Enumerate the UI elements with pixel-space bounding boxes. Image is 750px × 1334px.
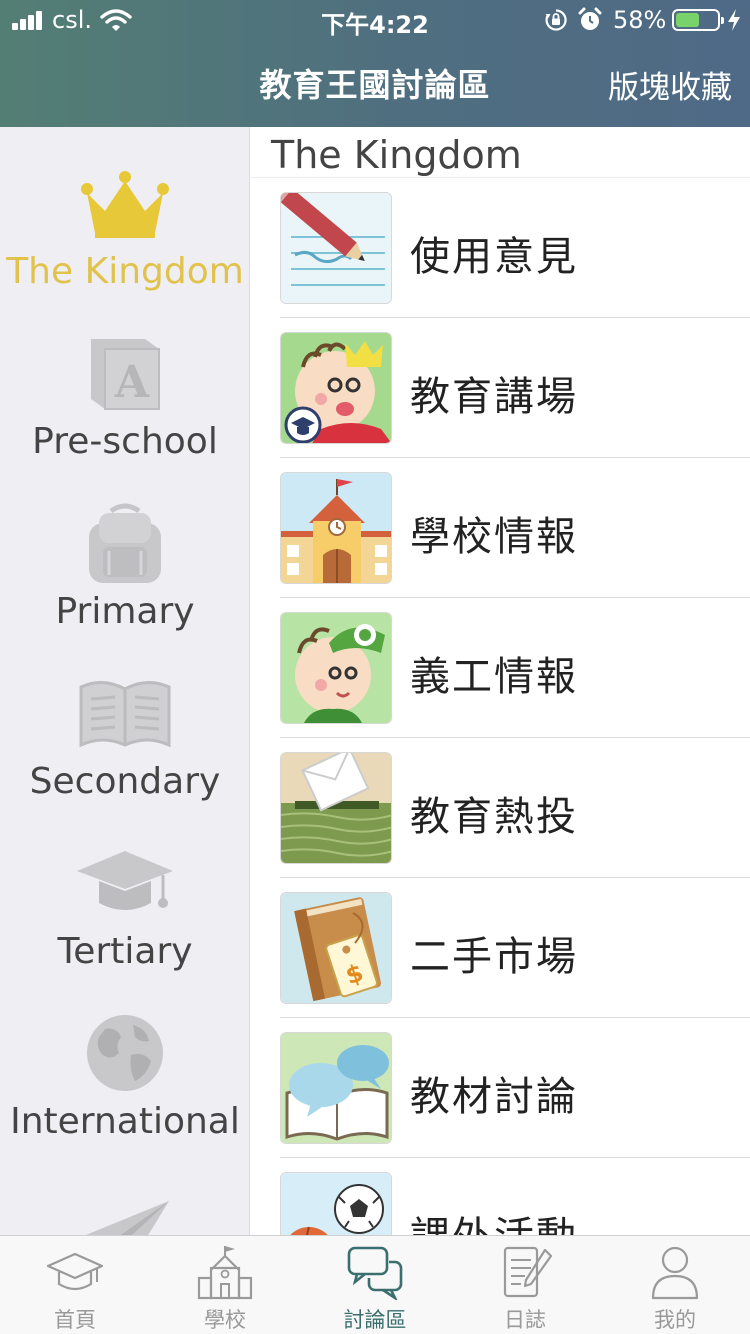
sports-balls-thumb xyxy=(280,1172,392,1235)
sidebar-item-secondary[interactable]: Secondary xyxy=(0,637,249,807)
backpack-icon xyxy=(89,503,161,583)
book-price-tag-thumb: $ xyxy=(280,892,392,1004)
school-building-thumb xyxy=(280,472,392,584)
forum-item-teaching-materials[interactable]: 教材討論 xyxy=(280,1018,750,1158)
category-sidebar: The Kingdom A Pre-school Primary Seconda… xyxy=(0,127,250,1235)
open-book-icon xyxy=(79,681,171,748)
tab-forum[interactable]: 討論區 xyxy=(300,1236,450,1334)
battery-icon xyxy=(672,9,724,31)
status-bar: csl. 下午4:22 58% xyxy=(0,0,750,40)
tab-label: 討論區 xyxy=(343,1308,407,1332)
sidebar-item-label: Primary xyxy=(55,591,195,632)
sidebar-item-international[interactable]: International xyxy=(0,977,249,1147)
charging-icon xyxy=(728,9,740,31)
forum-item-label: 課外活動 xyxy=(410,1204,578,1235)
alarm-icon xyxy=(578,7,602,30)
forum-list-panel: The Kingdom 使用意見 教育講場 學校情報 義工情報 教育熱投 $ 二… xyxy=(251,127,750,1235)
volunteer-kid-thumb xyxy=(280,612,392,724)
sidebar-item-tertiary[interactable]: Tertiary xyxy=(0,807,249,977)
favorite-boards-button[interactable]: 版塊收藏 xyxy=(608,62,732,107)
tab-label: 首頁 xyxy=(54,1308,96,1332)
tab-school[interactable]: 學校 xyxy=(150,1236,300,1334)
bottom-tab-bar: 首頁 學校 討論區 日誌 我的 xyxy=(0,1235,750,1334)
forum-item-label: 教材討論 xyxy=(410,1074,578,1120)
chat-bubbles-icon xyxy=(347,1246,403,1300)
forum-item-label: 義工情報 xyxy=(410,654,578,700)
tab-label: 我的 xyxy=(654,1308,696,1332)
sidebar-item-label: The Kingdom xyxy=(6,251,244,292)
forum-item-label: 使用意見 xyxy=(410,234,578,280)
book-speech-bubble-thumb xyxy=(280,1032,392,1144)
sidebar-item-primary[interactable]: Primary xyxy=(0,467,249,637)
sidebar-item-label: Tertiary xyxy=(57,931,193,972)
sidebar-item-pre-school[interactable]: A Pre-school xyxy=(0,297,249,467)
tab-home[interactable]: 首頁 xyxy=(0,1236,150,1334)
forum-item-volunteer-info[interactable]: 義工情報 xyxy=(280,598,750,738)
alphabet-block-icon: A xyxy=(91,339,160,410)
forum-item-label: 教育講場 xyxy=(410,374,578,420)
notepad-pencil-icon xyxy=(503,1246,553,1298)
forum-item-label: 教育熱投 xyxy=(410,794,578,840)
sidebar-item-label: Pre-school xyxy=(32,421,218,462)
app-header: csl. 下午4:22 58% 教育王國討論區 版塊收藏 xyxy=(0,0,750,127)
graduation-cap-icon xyxy=(46,1252,104,1291)
tab-label: 日誌 xyxy=(504,1308,546,1332)
user-icon xyxy=(651,1246,699,1300)
battery-percent: 58% xyxy=(613,6,667,34)
sidebar-item-label: Secondary xyxy=(29,761,221,802)
orientation-lock-icon xyxy=(545,9,567,31)
sidebar-item-the-kingdom[interactable]: The Kingdom xyxy=(0,127,249,297)
tab-profile[interactable]: 我的 xyxy=(600,1236,750,1334)
svg-text:A: A xyxy=(114,357,150,408)
forum-item-education-polls[interactable]: 教育熱投 xyxy=(280,738,750,878)
forum-item-education-forum[interactable]: 教育講場 xyxy=(280,318,750,458)
forum-item-label: 學校情報 xyxy=(410,514,578,560)
crown-icon xyxy=(81,171,169,238)
tab-journal[interactable]: 日誌 xyxy=(450,1236,600,1334)
forum-item-extracurricular[interactable]: 課外活動 xyxy=(280,1158,750,1235)
forum-item-second-hand-market[interactable]: $ 二手市場 xyxy=(280,878,750,1018)
pencil-paper-thumb xyxy=(280,192,392,304)
school-icon xyxy=(197,1246,253,1300)
globe-icon xyxy=(87,1015,163,1091)
paper-plane-icon xyxy=(85,1201,169,1235)
tab-label: 學校 xyxy=(204,1308,246,1332)
ballot-box-thumb xyxy=(280,752,392,864)
sidebar-item-label: International xyxy=(10,1101,240,1142)
section-title: The Kingdom xyxy=(271,133,522,177)
forum-item-school-info[interactable]: 學校情報 xyxy=(280,458,750,598)
sidebar-item-more[interactable] xyxy=(0,1147,249,1235)
forum-item-feedback[interactable]: 使用意見 xyxy=(280,178,750,318)
graduation-cap-icon xyxy=(77,851,173,910)
kid-crown-thumb xyxy=(280,332,392,444)
forum-item-label: 二手市場 xyxy=(410,934,578,980)
